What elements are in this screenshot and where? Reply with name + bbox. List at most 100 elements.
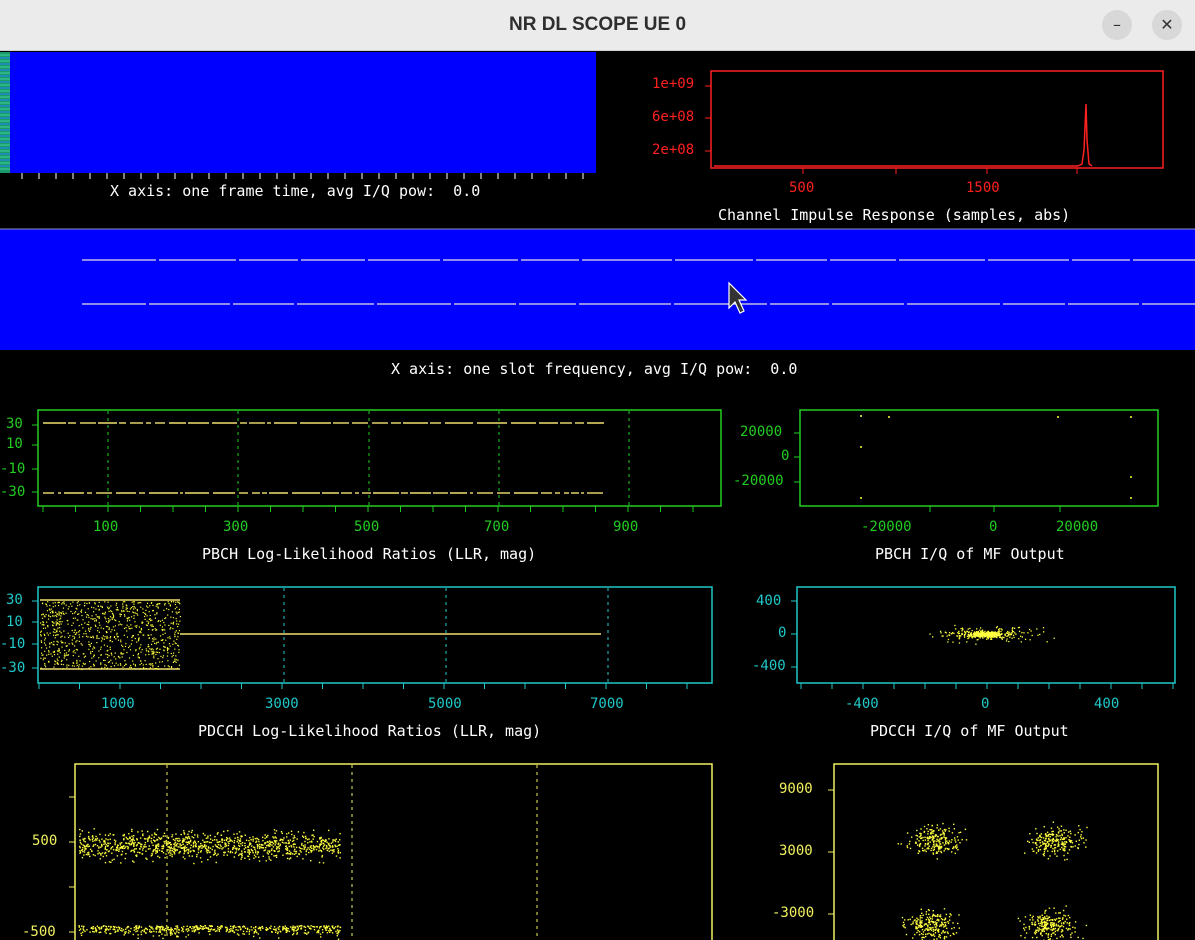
pdsch-iq-point — [1050, 919, 1052, 921]
pdcch-llr-point — [177, 611, 179, 613]
pdcch-llr-point — [145, 613, 147, 615]
pdcch-llr-point — [78, 624, 80, 627]
pdcch-llr-point — [163, 645, 165, 648]
pdsch-llr-point — [173, 846, 175, 848]
pdsch-llr-point — [85, 847, 87, 850]
pdcch-iq-point — [980, 627, 982, 629]
pdsch-llr-point — [169, 849, 172, 851]
pdsch-llr-point — [261, 836, 264, 839]
pdcch-llr-point — [113, 629, 116, 631]
pdsch-llr-point — [161, 928, 164, 931]
pdsch-llr-point — [243, 926, 246, 928]
pdcch-llr-point — [125, 663, 127, 665]
pdcch-llr-point — [64, 642, 66, 644]
pdcch-iq-point — [961, 630, 963, 632]
pdsch-llr-point — [225, 843, 227, 845]
pdsch-iq-point — [922, 839, 924, 842]
pdsch-llr-point — [295, 850, 297, 853]
pdsch-llr-point — [189, 847, 192, 849]
pdsch-iq-point — [1055, 912, 1057, 914]
pdcch-llr-point — [90, 652, 92, 655]
pdcch-iq-point — [1007, 633, 1010, 636]
pdsch-llr-point — [105, 838, 107, 840]
pdsch-iq-point — [1043, 930, 1045, 933]
pdcch-llr-point — [115, 619, 117, 622]
pdcch-llr-point — [102, 659, 105, 661]
pbch-iq-y-tick: 0 — [781, 448, 790, 464]
pdsch-iq-point — [932, 914, 935, 917]
pdcch-llr-y-tick: 10 — [6, 614, 23, 630]
pdsch-llr-point — [265, 860, 267, 862]
pdcch-iq-point — [986, 638, 988, 640]
minimize-button[interactable]: – — [1102, 10, 1132, 40]
pdsch-llr-point — [321, 929, 324, 931]
pdcch-llr-point — [129, 619, 131, 621]
pdcch-llr-point — [86, 602, 88, 605]
pdsch-llr-point — [326, 927, 329, 929]
pdsch-llr-point — [134, 841, 136, 844]
pdcch-llr-point — [165, 639, 167, 641]
pdsch-llr-point — [81, 925, 83, 927]
pdcch-llr-point — [177, 632, 180, 635]
pdcch-iq-point — [984, 635, 986, 637]
pdcch-llr-point — [117, 639, 120, 641]
pdsch-llr-point — [279, 844, 281, 847]
pdsch-iq-point — [1047, 934, 1049, 936]
pdsch-llr-point — [106, 928, 108, 930]
pdsch-iq-point — [941, 923, 943, 926]
pdsch-llr-point — [195, 845, 197, 848]
pdsch-llr-point — [165, 931, 168, 933]
pdcch-llr-point — [107, 654, 109, 656]
pdsch-iq-point — [936, 835, 939, 838]
pdsch-llr-point — [105, 932, 107, 934]
pdsch-llr-point — [159, 927, 162, 929]
pdsch-iq-point — [940, 925, 943, 927]
pdsch-iq-point — [1064, 849, 1066, 852]
pdsch-iq-point — [932, 926, 934, 929]
pdcch-llr-point — [52, 612, 54, 614]
pdsch-iq-point — [1050, 935, 1052, 937]
pdcch-iq-point — [1011, 637, 1013, 639]
pdsch-llr-point — [196, 928, 198, 930]
pdsch-llr-point — [269, 840, 271, 842]
pdsch-llr-point — [286, 857, 289, 860]
pdcch-llr-point — [135, 650, 137, 652]
pdcch-llr-point — [157, 604, 159, 606]
pdsch-llr-point — [328, 925, 330, 927]
pdsch-iq-point — [945, 925, 947, 927]
pdsch-llr-point — [204, 847, 207, 849]
pdcch-iq-point — [1036, 628, 1038, 630]
pdsch-llr-point — [241, 852, 243, 854]
pdsch-llr-point — [104, 845, 107, 848]
pdcch-llr-point — [116, 668, 118, 670]
pdsch-llr-point — [246, 928, 249, 931]
pdsch-iq-point — [1082, 937, 1084, 940]
pdsch-iq-point — [1047, 845, 1050, 847]
pdsch-llr-point — [230, 925, 232, 928]
pdsch-llr-point — [126, 838, 128, 840]
pdsch-iq-point — [1069, 830, 1072, 833]
pdsch-llr-point — [252, 840, 254, 842]
pdsch-iq-point — [943, 919, 946, 921]
pdsch-llr-point — [325, 929, 328, 931]
pdsch-iq-point — [950, 851, 953, 853]
pdsch-llr-point — [214, 835, 216, 838]
pdcch-llr-point — [105, 637, 108, 639]
pdsch-iq-point — [1036, 926, 1039, 929]
pdcch-llr-point — [172, 654, 174, 656]
pdcch-llr-point — [74, 633, 76, 636]
pdcch-llr-point — [132, 635, 135, 637]
pdsch-llr-point — [200, 925, 203, 928]
pdsch-iq-point — [1056, 918, 1058, 920]
pdsch-llr-point — [193, 850, 195, 852]
pdcch-llr-point — [93, 607, 95, 609]
pdcch-llr-point — [49, 646, 51, 648]
pdsch-iq-point — [935, 923, 938, 925]
pdsch-llr-point — [281, 841, 284, 844]
close-button[interactable]: ✕ — [1152, 10, 1182, 40]
pdcch-llr-point — [53, 628, 55, 630]
pdsch-llr-point — [162, 851, 165, 854]
pdsch-iq-point — [1044, 845, 1047, 848]
pdsch-llr-point — [126, 845, 128, 848]
pdsch-llr-point — [296, 933, 298, 935]
